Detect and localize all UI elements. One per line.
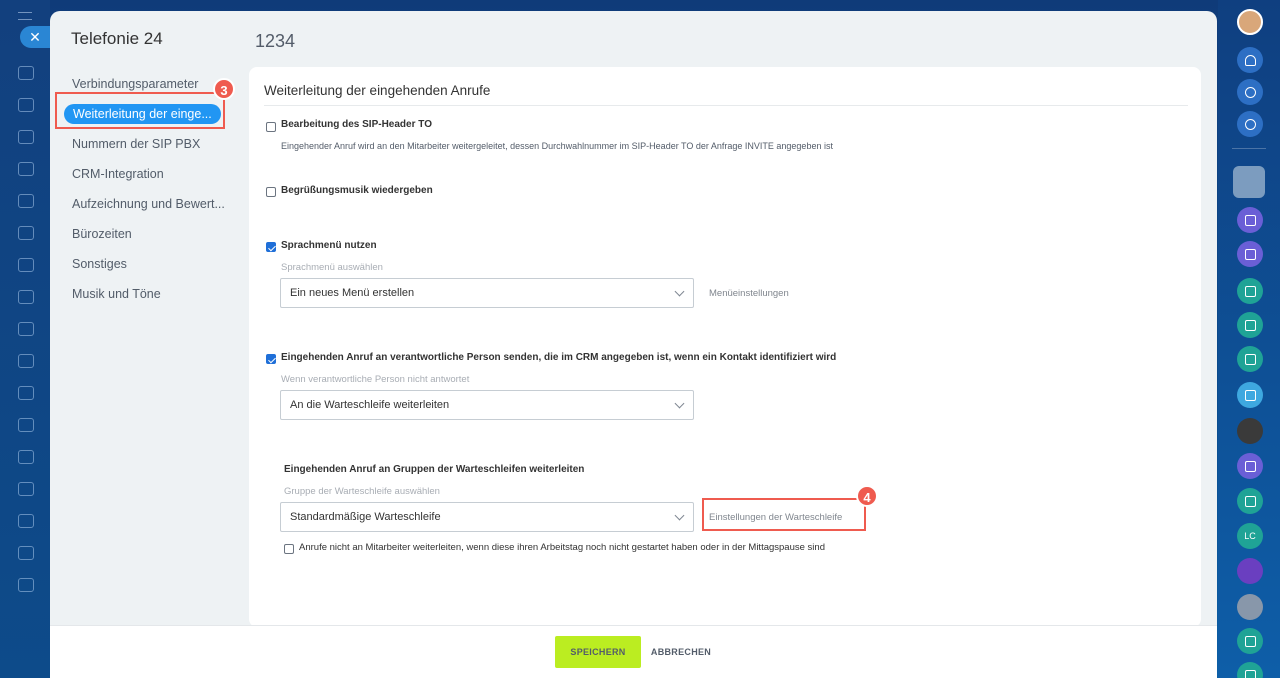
crm-select-hint: Wenn verantwortliche Person nicht antwor… (281, 374, 470, 385)
message-icon[interactable] (1237, 382, 1263, 408)
crm-checkbox[interactable] (266, 354, 276, 364)
nav-item-crm[interactable]: CRM-Integration (60, 159, 230, 189)
crm-icon[interactable] (18, 194, 34, 208)
task-chat-icon[interactable] (1237, 278, 1263, 304)
divider (1232, 148, 1266, 149)
card-icon[interactable] (18, 482, 34, 496)
queue-label: Eingehenden Anruf an Gruppen der Wartesc… (284, 464, 585, 475)
right-sidebar: LC (1218, 0, 1280, 678)
contacts-icon[interactable] (18, 162, 34, 176)
avatar[interactable] (1237, 594, 1263, 620)
greeting-checkbox[interactable] (266, 187, 276, 197)
spiral-icon[interactable] (1237, 79, 1263, 105)
calendar-icon[interactable] (18, 354, 34, 368)
menu-icon[interactable] (18, 12, 32, 20)
sip-header-label: Bearbeitung des SIP-Header TO (281, 119, 432, 130)
analytics-icon[interactable] (18, 514, 34, 528)
queue-select-hint: Gruppe der Warteschleife auswählen (284, 486, 440, 497)
filter-icon[interactable] (18, 418, 34, 432)
chevron-down-icon (674, 286, 685, 297)
lc-avatar[interactable]: LC (1237, 523, 1263, 549)
files-icon[interactable] (18, 226, 34, 240)
cancel-button[interactable]: ABBRECHEN (646, 636, 716, 668)
avatar[interactable] (1237, 558, 1263, 584)
footer-bar: SPEICHERN ABBRECHEN (50, 626, 1217, 678)
edit-icon[interactable] (18, 386, 34, 400)
step-badge: 4 (856, 485, 878, 507)
section-title: Weiterleitung der eingehenden Anrufe (264, 83, 491, 98)
close-slider-button[interactable]: ✕ (20, 26, 50, 48)
checklist-icon[interactable] (18, 290, 34, 304)
task-chat-icon[interactable] (1237, 662, 1263, 678)
telephony-settings-panel: Telefonie 24 1234 Verbindungsparameter W… (50, 11, 1217, 678)
chat-avatar-icon[interactable] (1237, 207, 1263, 233)
home-icon[interactable] (18, 66, 34, 80)
queue-select[interactable]: Standardmäßige Warteschleife (280, 502, 694, 532)
nav-item-recording[interactable]: Aufzeichnung und Bewert... (60, 189, 230, 219)
forwarding-settings: Weiterleitung der eingehenden Anrufe Bea… (249, 67, 1201, 627)
queue-settings-link[interactable]: Einstellungen der Warteschleife (709, 512, 842, 523)
skip-absent-checkbox[interactable] (284, 544, 294, 554)
cart-icon[interactable] (18, 546, 34, 560)
chevron-down-icon (674, 398, 685, 409)
chat-avatar-icon[interactable] (1237, 453, 1263, 479)
ivr-checkbox[interactable] (266, 242, 276, 252)
task-chat-icon[interactable] (1237, 488, 1263, 514)
nav-item-office-hours[interactable]: Bürozeiten (60, 219, 230, 249)
document-icon[interactable] (18, 130, 34, 144)
left-navigation-bar (0, 0, 50, 678)
bell-icon[interactable] (1237, 47, 1263, 73)
ivr-select[interactable]: Ein neues Menü erstellen (280, 278, 694, 308)
nav-item-music[interactable]: Musik und Töne (60, 279, 230, 309)
save-button[interactable]: SPEICHERN (555, 636, 641, 668)
task-chat-icon[interactable] (1237, 628, 1263, 654)
ivr-settings-link[interactable]: Menüeinstellungen (709, 288, 789, 299)
nav-item-other[interactable]: Sonstiges (60, 249, 230, 279)
ivr-select-hint: Sprachmenü auswählen (281, 262, 383, 273)
crm-select[interactable]: An die Warteschleife weiterleiten (280, 390, 694, 420)
avatar[interactable] (1237, 418, 1263, 444)
step-badge: 3 (213, 78, 235, 100)
crm-label: Eingehenden Anruf an verantwortliche Per… (281, 352, 837, 363)
chat-icon[interactable] (18, 322, 34, 336)
greeting-label: Begrüßungsmusik wiedergeben (281, 185, 433, 196)
sip-header-checkbox[interactable] (266, 122, 276, 132)
line-name: 1234 (255, 31, 296, 51)
monitor-icon[interactable] (18, 258, 34, 272)
tasks-icon[interactable] (18, 98, 34, 112)
user-avatar[interactable] (1237, 9, 1263, 35)
chat-avatar-icon[interactable] (1237, 241, 1263, 267)
nav-item-sip-numbers[interactable]: Nummern der SIP PBX (60, 129, 230, 159)
sip-header-description: Eingehender Anruf wird an den Mitarbeite… (281, 141, 833, 151)
chevron-down-icon (674, 510, 685, 521)
store-icon[interactable] (18, 450, 34, 464)
page-title: Telefonie 24 (71, 29, 163, 48)
divider (264, 105, 1188, 106)
task-chat-icon[interactable] (1237, 346, 1263, 372)
highlight-frame (55, 92, 225, 129)
search-chat-icon[interactable] (1237, 111, 1263, 137)
ivr-label: Sprachmenü nutzen (281, 240, 377, 251)
avatar[interactable] (1233, 166, 1265, 198)
skip-absent-label: Anrufe nicht an Mitarbeiter weiterleiten… (299, 542, 825, 553)
task-chat-icon[interactable] (1237, 312, 1263, 338)
settings-icon[interactable] (18, 578, 34, 592)
